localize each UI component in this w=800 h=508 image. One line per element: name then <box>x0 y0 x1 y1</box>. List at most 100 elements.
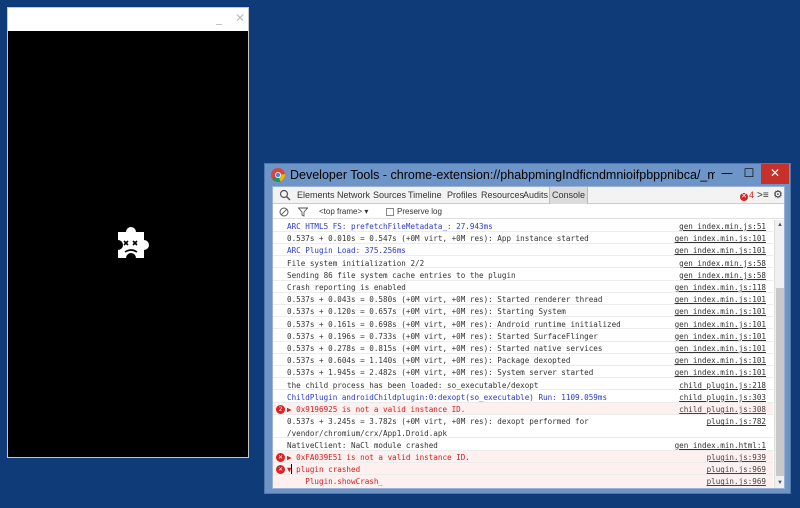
tab-elements[interactable]: Elements <box>297 187 335 204</box>
console-message-text: ARC Plugin Load: 375.256ms <box>287 246 406 256</box>
chrome-logo-icon <box>271 168 285 182</box>
console-message-text: 0.537s + 0.278s = 0.815s (+0M virt, +0M … <box>287 344 603 353</box>
error-icon: 2 <box>276 405 285 414</box>
minimize-button[interactable]: — <box>717 164 737 184</box>
console-log-row: NativeClient: NaCl module crashed gen_ind… <box>273 439 773 451</box>
console-log-row: 0.537s + 1.945s = 2.482s (+0M virt, +0M … <box>273 366 773 379</box>
clear-console-icon[interactable] <box>279 207 289 217</box>
devtools-window: Developer Tools - chrome-extension://pha… <box>264 163 791 494</box>
source-link[interactable]: gen_index.min.js:118 <box>668 282 766 293</box>
tab-profiles[interactable]: Profiles <box>447 187 477 204</box>
console-message-text: 0.537s + 0.161s = 0.698s (+0M virt, +0M … <box>287 319 621 329</box>
source-link[interactable]: plugin.js:939 <box>668 452 766 463</box>
app-window: _ ✕ <box>7 7 249 458</box>
app-titlebar: _ ✕ <box>8 8 248 31</box>
console-messages: ARC HTML5 FS: prefetchFileMetadata_: 27.… <box>273 220 773 488</box>
prompt-chevron-icon: › <box>277 463 282 472</box>
console-message-text: ▶ 0xFA039E51 is not a valid instance ID. <box>287 453 470 462</box>
error-count-badge[interactable]: ✕ 4 <box>740 187 754 204</box>
source-link[interactable]: gen_index.min.js:101 <box>668 233 766 244</box>
tab-resources[interactable]: Resources <box>481 187 524 204</box>
console-message-text: 0.537s + 0.604s = 1.140s (+0M virt, +0M … <box>287 356 571 366</box>
tab-sources[interactable]: Sources <box>373 187 406 204</box>
source-link[interactable]: gen_index.min.js:101 <box>668 319 766 330</box>
source-link[interactable]: gen_index.min.js:101 <box>668 245 766 256</box>
source-link[interactable]: gen_index.min.js:58 <box>668 270 766 281</box>
devtools-tabbar: Elements Network Sources Timeline Profil… <box>273 187 784 204</box>
console-message-text: 0.537s + 0.196s = 0.733s (+0M virt, +0M … <box>287 331 598 341</box>
console-message-text: ARC HTML5 FS: prefetchFileMetadata_: 27.… <box>287 222 493 231</box>
tab-audits[interactable]: Audits <box>523 187 548 204</box>
console-log-row: Crash reporting is enabled gen_index.min.… <box>273 281 773 293</box>
console-message-text: 0.537s + 0.010s = 0.547s (+0M virt, +0M … <box>287 234 589 244</box>
chevron-down-icon: ▾ <box>364 207 369 216</box>
console-log-row: 0.537s + 0.120s = 0.657s (+0M virt, +0M … <box>273 305 773 318</box>
source-link[interactable]: plugin.js:782 <box>668 416 766 427</box>
console-scrollbar[interactable]: ▲ ▼ <box>774 220 784 488</box>
scroll-down-icon[interactable]: ▼ <box>775 478 785 488</box>
source-link[interactable]: gen_index.min.js:101 <box>668 343 766 354</box>
source-link[interactable]: plugin.js:969 <box>668 476 766 487</box>
console-message-text: ▶ 0x9196925 is not a valid instance ID. <box>287 405 466 414</box>
console-log-row: 0.537s + 0.196s = 0.733s (+0M virt, +0M … <box>273 330 773 342</box>
source-link[interactable]: child_plugin.js:218 <box>668 380 766 391</box>
tab-timeline[interactable]: Timeline <box>408 187 442 204</box>
source-link[interactable]: child_plugin.js:308 <box>668 404 766 415</box>
devtools-titlebar[interactable]: Developer Tools - chrome-extension://pha… <box>265 164 790 186</box>
frame-selector[interactable]: <top frame> ▾ <box>319 205 368 219</box>
source-link[interactable]: gen_index.min.html:1 <box>668 440 766 451</box>
console-filterbar: <top frame> ▾ Preserve log <box>273 205 784 219</box>
tab-console[interactable]: Console <box>549 187 589 204</box>
console-message-text: 0.537s + 0.043s = 0.580s (+0M virt, +0M … <box>287 295 603 305</box>
console-error-row: Plugin.showCrash_ plugin.js:969 <box>273 475 773 488</box>
source-link[interactable]: gen_index.min.js:101 <box>668 306 766 317</box>
preserve-log-label: Preserve log <box>397 207 442 216</box>
settings-gear-icon[interactable]: ⚙ <box>773 187 783 204</box>
show-drawer-icon[interactable]: >≡ <box>757 187 769 204</box>
crashed-puzzle-piece-icon <box>118 227 150 258</box>
console-message-text: File system initialization 2/2 <box>287 258 425 268</box>
maximize-button[interactable]: ☐ <box>739 164 759 184</box>
console-log-row: File system initialization 2/2 gen_index.… <box>273 257 773 269</box>
console-log-row: 0.537s + 0.278s = 0.815s (+0M virt, +0M … <box>273 342 773 354</box>
tab-network[interactable]: Network <box>337 187 370 204</box>
console-error-row[interactable]: ✕ ▶ 0xFA039E51 is not a valid instance ID… <box>273 451 773 463</box>
source-link[interactable]: gen_index.min.js:101 <box>668 355 766 366</box>
source-link[interactable]: gen_index.min.js:58 <box>668 258 766 269</box>
console-log-row: 0.537s + 0.161s = 0.698s (+0M virt, +0M … <box>273 318 773 330</box>
console-log-row: 0.537s + 0.043s = 0.580s (+0M virt, +0M … <box>273 293 773 306</box>
source-link[interactable]: gen_index.min.js:101 <box>668 294 766 305</box>
console-log-row: 0.537s + 0.604s = 1.140s (+0M virt, +0M … <box>273 354 773 367</box>
error-count: 4 <box>749 190 755 200</box>
console-message-text: Sending 86 file system cache entries to … <box>287 270 516 280</box>
console-message-text: NativeClient: NaCl module crashed <box>287 440 438 450</box>
source-link[interactable]: gen_index.min.js:101 <box>668 331 766 342</box>
preserve-log-checkbox[interactable] <box>386 208 394 216</box>
scroll-up-icon[interactable]: ▲ <box>775 220 785 230</box>
console-message-text: ChildPlugin androidChildplugin:0:dexopt(… <box>287 392 608 402</box>
console-log-row: the child process has been loaded: so_ex… <box>273 379 773 391</box>
console-log-row: ARC HTML5 FS: prefetchFileMetadata_: 27.… <box>273 220 773 232</box>
filter-funnel-icon[interactable] <box>298 207 308 217</box>
console-error-row: (anonymous function)plugin.js:841 <box>273 487 773 488</box>
console-message-text: the child process has been loaded: so_ex… <box>287 380 539 390</box>
close-button[interactable]: ✕ <box>761 164 789 184</box>
source-link[interactable]: child_plugin.js:303 <box>668 392 766 403</box>
source-link[interactable]: gen_index.min.js:101 <box>668 367 766 378</box>
console-log-row: 0.537s + 3.245s = 3.782s (+0M virt, +0M … <box>273 415 773 439</box>
app-close-button[interactable]: ✕ <box>233 11 247 25</box>
console-message-text: Crash reporting is enabled <box>287 283 406 292</box>
console-message-text: 0.537s + 3.245s = 3.782s (+0M virt, +0M … <box>287 417 589 438</box>
console-message-text: 0.537s + 1.945s = 2.482s (+0M virt, +0M … <box>287 368 594 378</box>
error-icon: ✕ <box>740 193 748 201</box>
console-log-row: ChildPlugin androidChildplugin:0:dexopt(… <box>273 391 773 403</box>
console-error-row[interactable]: 2 ▶ 0x9196925 is not a valid instance ID.… <box>273 403 773 415</box>
console-prompt[interactable]: › <box>273 463 773 475</box>
window-title: Developer Tools - chrome-extension://pha… <box>290 168 715 182</box>
frame-selector-label: <top frame> <box>319 207 363 216</box>
scroll-thumb[interactable] <box>776 288 784 476</box>
inspect-element-icon[interactable] <box>279 189 291 201</box>
source-link[interactable]: gen_index.min.js:51 <box>668 221 766 232</box>
console-log-row: ARC Plugin Load: 375.256ms gen_index.min.… <box>273 244 773 257</box>
app-minimize-button[interactable]: _ <box>212 11 226 25</box>
